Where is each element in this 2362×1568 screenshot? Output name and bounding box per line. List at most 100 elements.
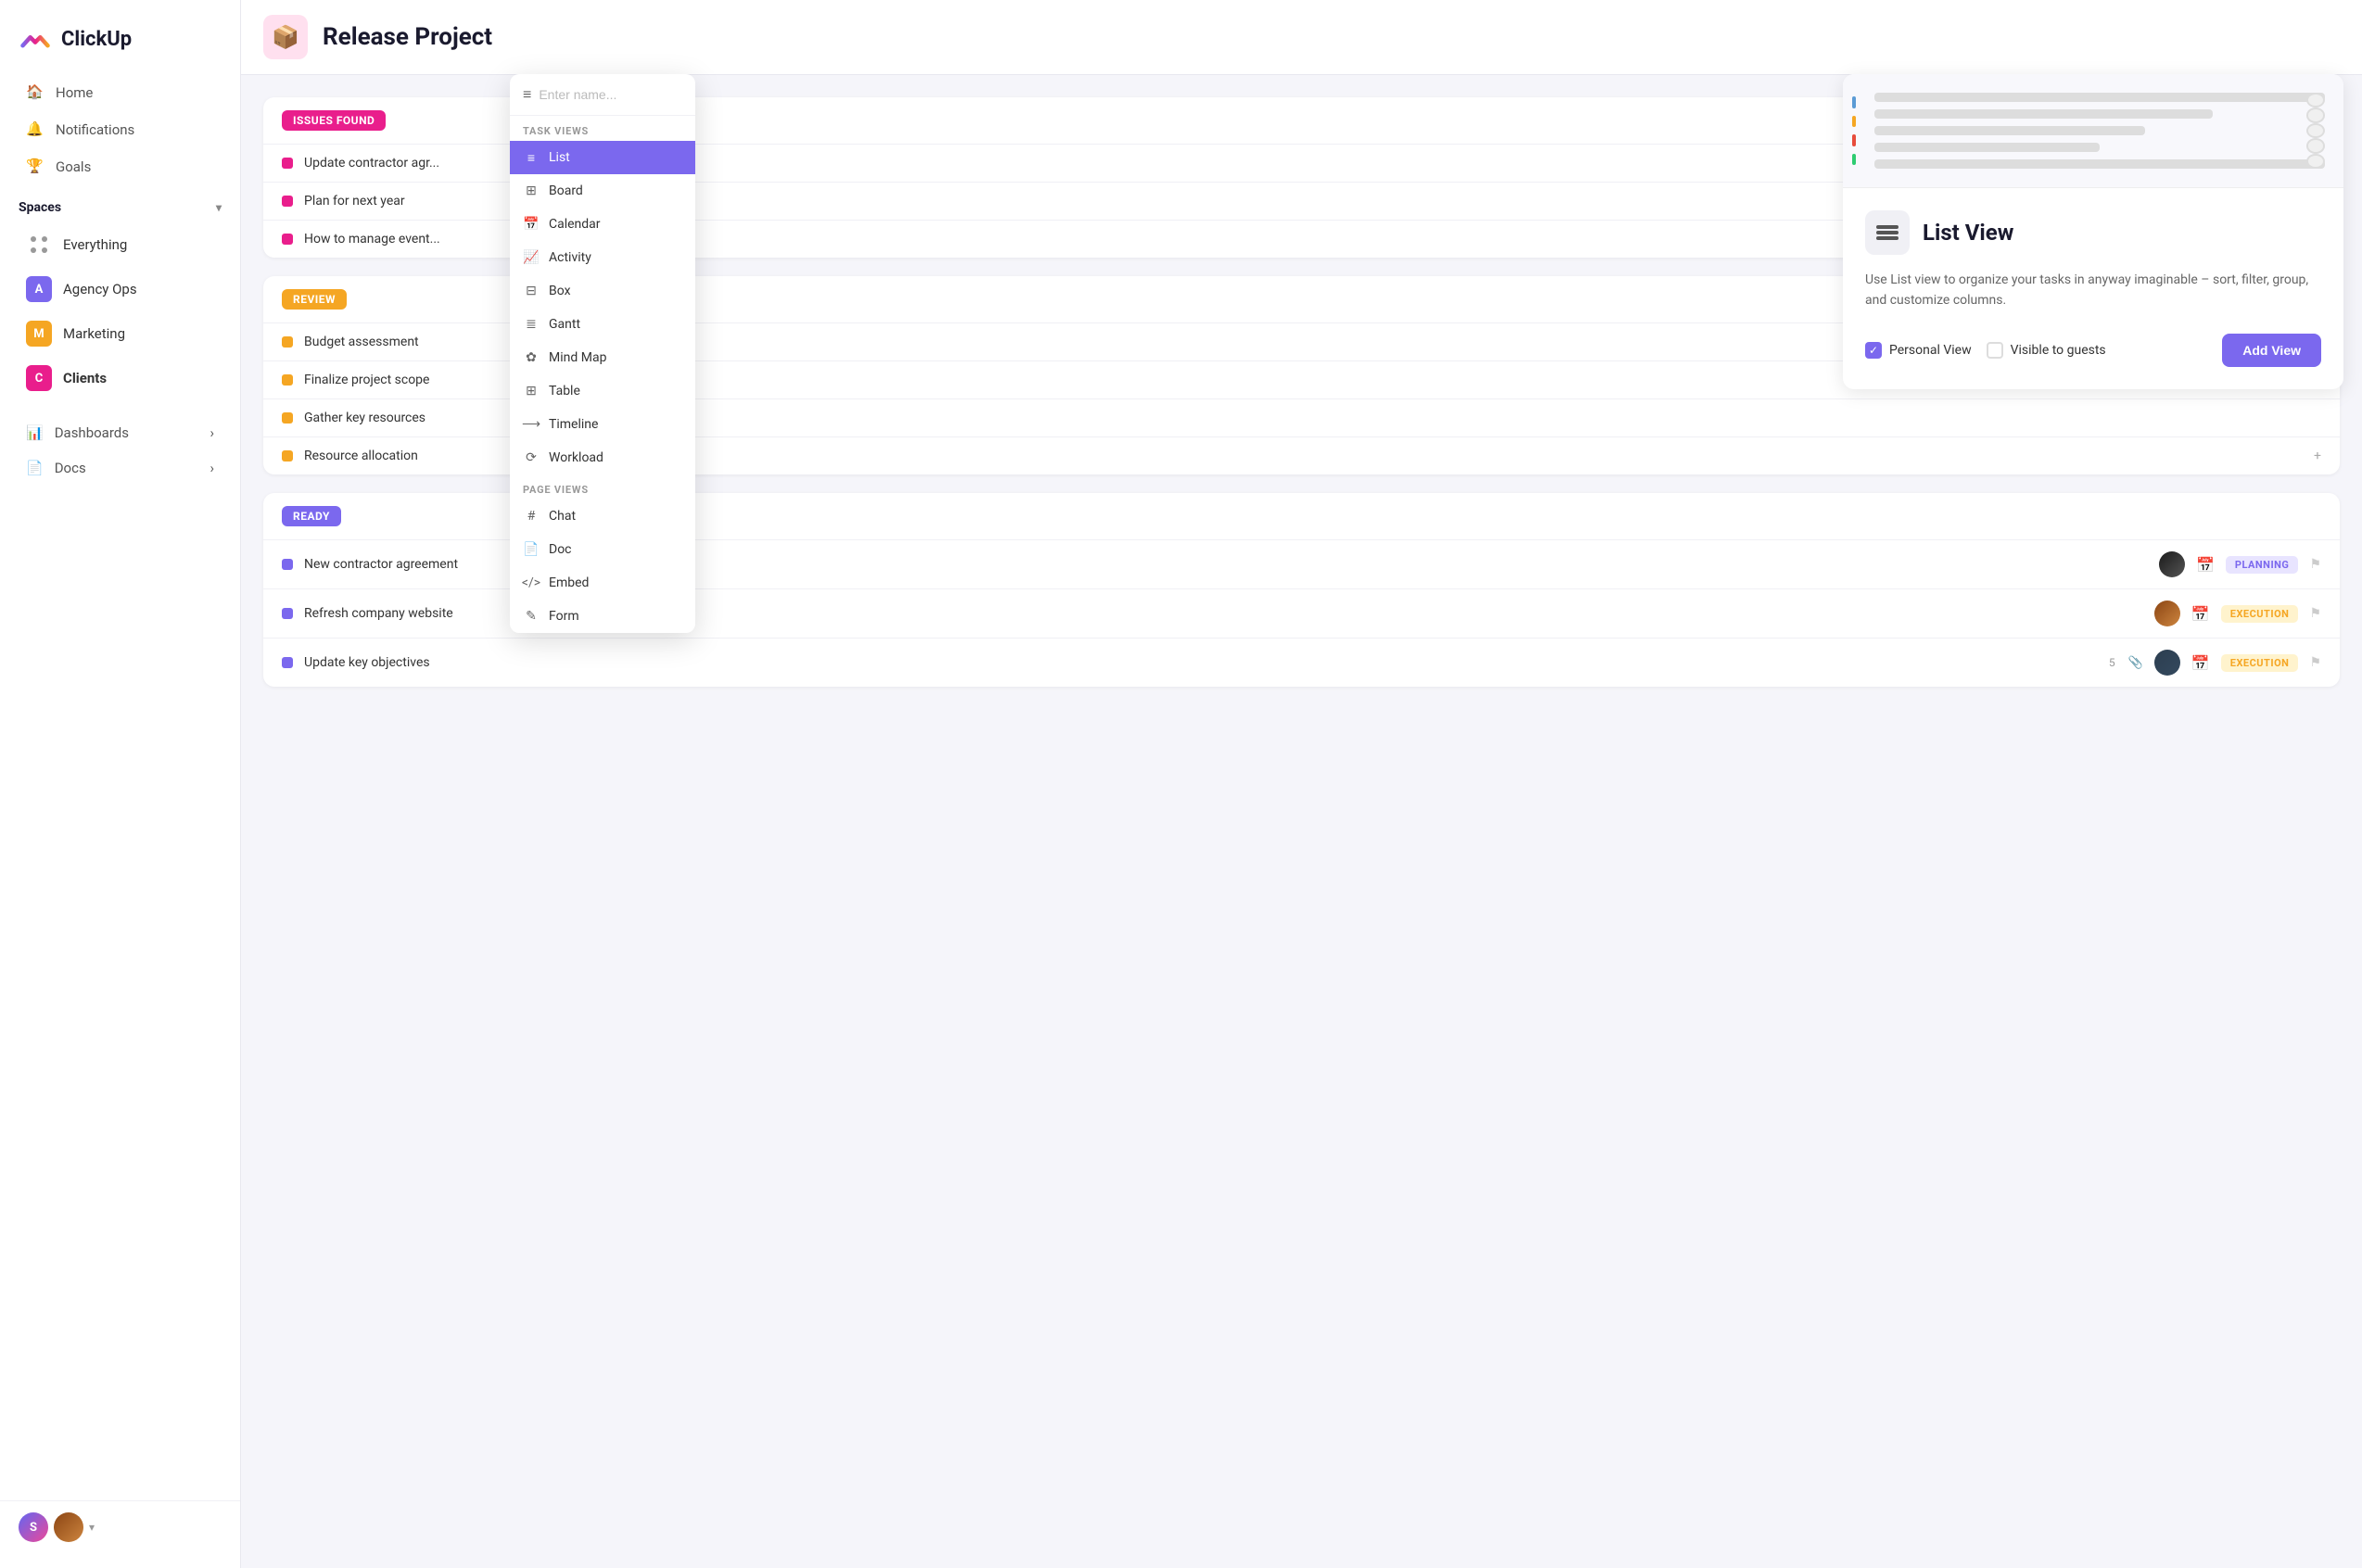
- task-meta: 📅 EXECUTION ⚑: [2154, 601, 2321, 626]
- sidebar-item-goals[interactable]: 🏆 Goals: [7, 148, 233, 185]
- preview-content: [1861, 93, 2325, 169]
- logo[interactable]: ClickUp: [0, 15, 240, 74]
- list-lines-icon: ≡: [523, 85, 531, 104]
- bell-icon: 🔔: [26, 120, 44, 139]
- issues-badge: ISSUES FOUND: [282, 110, 386, 131]
- user-bottom[interactable]: S ▾: [0, 1500, 240, 1553]
- list-view-description: Use List view to organize your tasks in …: [1865, 270, 2321, 311]
- form-icon: ✎: [523, 608, 540, 625]
- view-name-input[interactable]: [539, 87, 695, 102]
- personal-view-toggle[interactable]: ✓ Personal View: [1865, 342, 1972, 359]
- list-view-header: List View: [1865, 210, 2321, 255]
- sidebar: ClickUp 🏠 Home 🔔 Notifications 🏆 Goals S…: [0, 0, 241, 1568]
- main-header: 📦 Release Project: [241, 0, 2362, 75]
- preview-circles: [2306, 93, 2325, 169]
- dropdown-item-form[interactable]: ✎ Form: [510, 600, 695, 633]
- sidebar-bottom-nav: 📊 Dashboards › 📄 Docs ›: [0, 415, 240, 486]
- table-icon: ⊞: [523, 383, 540, 399]
- sidebar-item-dashboards[interactable]: 📊 Dashboards ›: [7, 415, 233, 450]
- board-icon: ⊞: [523, 183, 540, 199]
- docs-icon: 📄: [26, 460, 44, 476]
- preview-line: [1874, 159, 2325, 169]
- doc-icon: 📄: [523, 541, 540, 558]
- personal-view-checkbox[interactable]: ✓: [1865, 342, 1882, 359]
- task-dot-purple: [282, 608, 293, 619]
- dashboards-icon: 📊: [26, 424, 44, 441]
- visible-guests-checkbox[interactable]: [1987, 342, 2003, 359]
- sidebar-item-everything[interactable]: Everything: [7, 224, 233, 265]
- mind-map-icon: ✿: [523, 349, 540, 366]
- add-view-button[interactable]: Add View: [2222, 334, 2321, 367]
- dropdown-item-box[interactable]: ⊟ Box: [510, 274, 695, 308]
- visible-guests-toggle[interactable]: Visible to guests: [1987, 342, 2106, 359]
- preview-lines: [1874, 93, 2325, 169]
- clickup-logo-icon: [19, 22, 52, 56]
- workload-icon: ⟳: [523, 449, 540, 466]
- clients-avatar: C: [26, 365, 52, 391]
- add-icon[interactable]: +: [2314, 449, 2321, 463]
- preview-circle: [2306, 93, 2325, 107]
- task-name: Update key objectives: [304, 655, 2098, 670]
- dropdown-item-doc[interactable]: 📄 Doc: [510, 533, 695, 566]
- preview-lines-wrap: [1874, 93, 2325, 169]
- user-dropdown-icon: ▾: [89, 1521, 95, 1534]
- sidebar-item-home[interactable]: 🏠 Home: [7, 74, 233, 111]
- list-icon: ≡: [523, 149, 540, 166]
- trophy-icon: 🏆: [26, 158, 44, 176]
- status-badge: PLANNING: [2226, 556, 2299, 574]
- dropdown-item-workload[interactable]: ⟳ Workload: [510, 441, 695, 474]
- sidebar-item-notifications[interactable]: 🔔 Notifications: [7, 111, 233, 148]
- status-badge: EXECUTION: [2221, 654, 2299, 672]
- yellow-bar: [1852, 116, 1856, 128]
- view-footer: ✓ Personal View Visible to guests Add Vi…: [1865, 334, 2321, 367]
- dropdown-input-row: ≡: [510, 74, 695, 116]
- dropdown-item-calendar[interactable]: 📅 Calendar: [510, 208, 695, 241]
- preview-circle: [2306, 123, 2325, 138]
- dropdown-item-list[interactable]: ≡ List: [510, 141, 695, 174]
- task-dot-red: [282, 234, 293, 245]
- visible-guests-label: Visible to guests: [2011, 343, 2106, 358]
- timeline-icon: ⟶: [523, 416, 540, 433]
- agency-ops-avatar: A: [26, 276, 52, 302]
- spaces-chevron-icon[interactable]: ▾: [216, 201, 222, 214]
- task-avatar: [2159, 551, 2185, 577]
- calendar-icon: 📅: [523, 216, 540, 233]
- embed-icon: </>: [523, 575, 540, 591]
- sidebar-item-agency-ops[interactable]: A Agency Ops: [7, 269, 233, 310]
- task-dot-yellow: [282, 412, 293, 424]
- sidebar-goals-label: Goals: [56, 158, 91, 175]
- sidebar-item-marketing[interactable]: M Marketing: [7, 313, 233, 354]
- review-badge: REVIEW: [282, 289, 347, 310]
- green-bar: [1852, 154, 1856, 166]
- logo-text: ClickUp: [61, 28, 132, 51]
- view-dropdown-panel: ≡ TASK VIEWS ≡ List ⊞ Board 📅 Calendar 📈…: [510, 74, 695, 633]
- dropdown-item-gantt[interactable]: ≣ Gantt: [510, 308, 695, 341]
- dashboards-chevron-icon: ›: [210, 424, 214, 441]
- calendar-icon: 📅: [2191, 605, 2210, 623]
- attachment-icon: 📎: [2128, 656, 2143, 670]
- everything-icon: [26, 232, 52, 258]
- calendar-icon: 📅: [2196, 556, 2215, 574]
- preview-line: [1874, 93, 2325, 102]
- dropdown-item-table[interactable]: ⊞ Table: [510, 374, 695, 408]
- status-badge: EXECUTION: [2221, 605, 2299, 623]
- chat-icon: #: [523, 508, 540, 525]
- task-item[interactable]: Update key objectives 5 📎 📅 EXECUTION ⚑: [263, 638, 2340, 687]
- user-photo: [54, 1512, 83, 1542]
- sidebar-notifications-label: Notifications: [56, 121, 134, 138]
- sidebar-item-clients[interactable]: C Clients: [7, 358, 233, 398]
- sidebar-item-docs[interactable]: 📄 Docs ›: [7, 450, 233, 486]
- task-dot-yellow: [282, 374, 293, 386]
- dropdown-item-chat[interactable]: # Chat: [510, 499, 695, 533]
- personal-view-label: Personal View: [1889, 343, 1972, 358]
- dropdown-item-activity[interactable]: 📈 Activity: [510, 241, 695, 274]
- dropdown-item-mind-map[interactable]: ✿ Mind Map: [510, 341, 695, 374]
- dropdown-item-timeline[interactable]: ⟶ Timeline: [510, 408, 695, 441]
- dropdown-item-embed[interactable]: </> Embed: [510, 566, 695, 600]
- spaces-section: Spaces ▾: [0, 185, 240, 222]
- dropdown-item-board[interactable]: ⊞ Board: [510, 174, 695, 208]
- list-view-preview: [1843, 74, 2343, 188]
- list-view-icon: [1865, 210, 1910, 255]
- sidebar-home-label: Home: [56, 84, 93, 101]
- preview-circle: [2306, 107, 2325, 122]
